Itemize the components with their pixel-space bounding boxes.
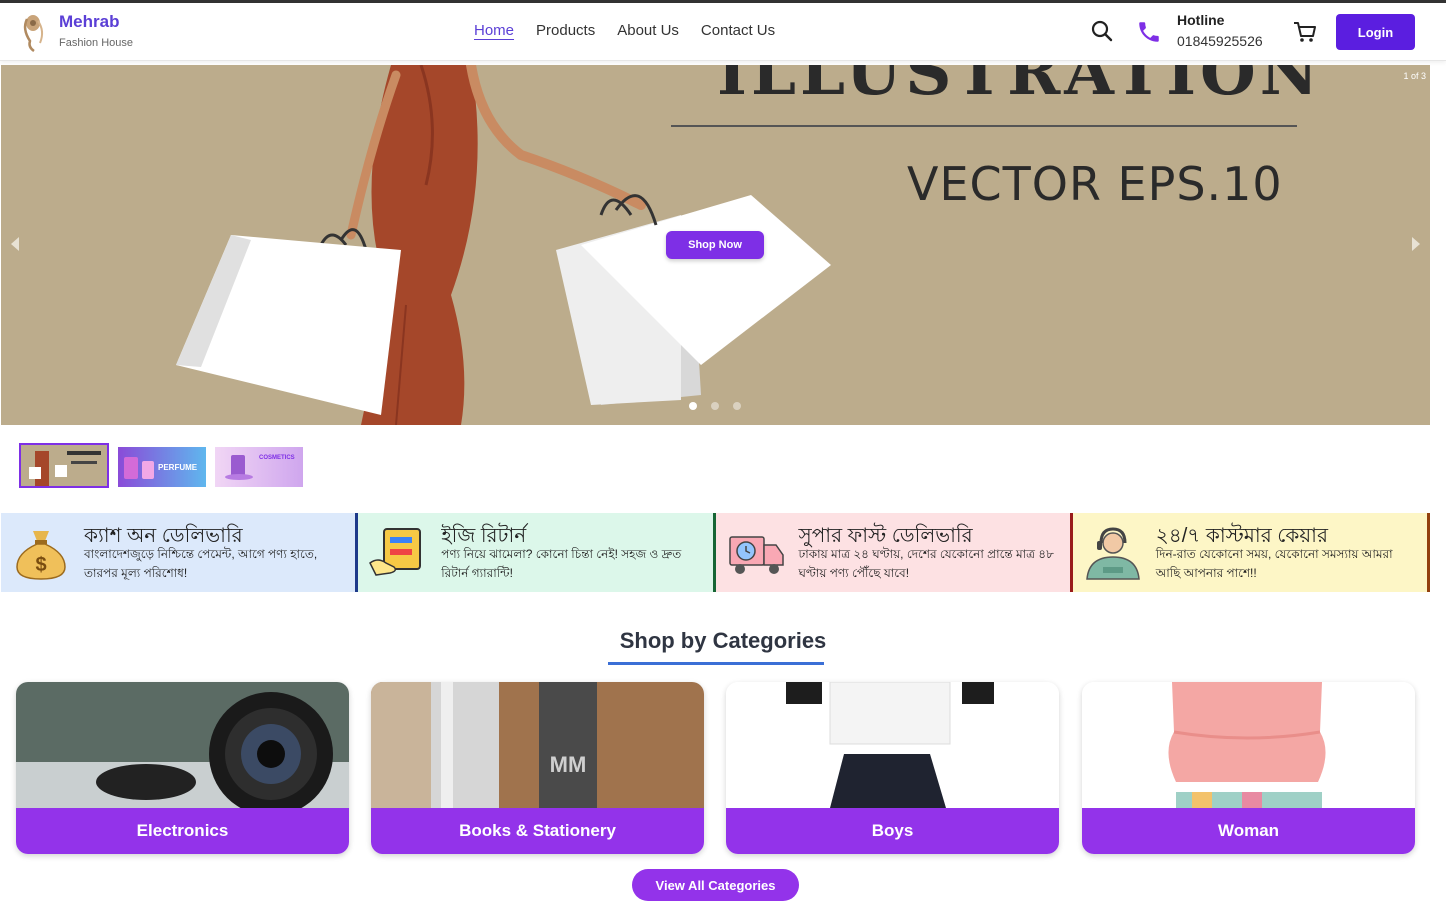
category-label: Woman bbox=[1082, 808, 1415, 854]
feature-description: পণ্য নিয়ে ঝামেলা? কোনো চিন্তা নেই! সহজ … bbox=[441, 547, 682, 580]
feature-description: ঢাকায় মাত্র ২৪ ঘণ্টায়, দেশের যেকোনো প্… bbox=[798, 547, 1054, 580]
support-agent-icon bbox=[1085, 527, 1140, 580]
svg-text:MM: MM bbox=[550, 752, 587, 777]
next-slide-arrow-icon[interactable] bbox=[1412, 237, 1420, 251]
nav-about-us[interactable]: About Us bbox=[617, 22, 679, 39]
thumbnail-perfume-image: PERFUME bbox=[124, 457, 198, 479]
category-card-books-stationery[interactable]: MM Books & Stationery bbox=[371, 682, 704, 854]
delivery-truck-icon bbox=[728, 536, 784, 574]
category-label: Books & Stationery bbox=[371, 808, 704, 854]
brand-name[interactable]: Mehrab bbox=[59, 12, 119, 32]
thumbnail-illustration[interactable] bbox=[19, 443, 109, 488]
brand-logo[interactable] bbox=[18, 11, 52, 53]
category-woman-image bbox=[1082, 682, 1415, 808]
category-label: Electronics bbox=[16, 808, 349, 854]
prev-slide-arrow-icon[interactable] bbox=[11, 237, 19, 251]
slide-dot-3[interactable] bbox=[733, 402, 741, 410]
shop-now-button[interactable]: Shop Now bbox=[666, 231, 764, 259]
features-strip: $ ক্যাশ অন ডেলিভারি বাংলাদেশজুড়ে নিশ্চি… bbox=[1, 513, 1430, 592]
category-boys-image bbox=[726, 682, 1059, 808]
nav-contact-us[interactable]: Contact Us bbox=[701, 22, 775, 39]
main-nav: Home Products About Us Contact Us bbox=[474, 22, 775, 39]
thumbnail-cosmetics-image: COSMETICS bbox=[225, 455, 295, 480]
search-icon[interactable] bbox=[1090, 19, 1114, 43]
category-card-electronics[interactable]: Electronics bbox=[16, 682, 349, 854]
nav-products[interactable]: Products bbox=[536, 22, 595, 39]
feature-easy-return: ইজি রিটার্ন পণ্য নিয়ে ঝামেলা? কোনো চিন্… bbox=[358, 513, 716, 592]
feature-fast-delivery: সুপার ফাস্ট ডেলিভারি ঢাকায় মাত্র ২৪ ঘণ্… bbox=[715, 513, 1073, 592]
phone-icon bbox=[1139, 22, 1159, 42]
cart-icon[interactable] bbox=[1292, 19, 1318, 45]
categories-heading: Shop by Categories bbox=[619, 628, 827, 653]
slide-thumbnails: PERFUME COSMETICS bbox=[19, 443, 303, 488]
feature-customer-care: ২৪/৭ কাস্টমার কেয়ার দিন-রাত যেকোনো সময়… bbox=[1072, 513, 1430, 592]
return-box-icon bbox=[369, 528, 422, 576]
hero-subtitle: VECTOR EPS.10 bbox=[907, 157, 1283, 211]
thumbnail-illustration-image bbox=[29, 451, 101, 486]
hotline-number[interactable]: 01845925526 bbox=[1177, 33, 1263, 49]
feature-cash-on-delivery: $ ক্যাশ অন ডেলিভারি বাংলাদেশজুড়ে নিশ্চি… bbox=[1, 513, 359, 592]
svg-text:PERFUME: PERFUME bbox=[158, 463, 198, 472]
hero-divider bbox=[671, 125, 1297, 127]
feature-description: দিন-রাত যেকোনো সময়, যেকোনো সমস্যায় আমর… bbox=[1155, 547, 1393, 580]
category-card-woman[interactable]: Woman bbox=[1082, 682, 1415, 854]
site-header: Mehrab Fashion House Home Products About… bbox=[0, 3, 1446, 61]
svg-text:$: $ bbox=[35, 554, 46, 576]
category-books-stationery-image: MM bbox=[371, 682, 704, 808]
slide-dots bbox=[689, 402, 741, 410]
login-button[interactable]: Login bbox=[1336, 14, 1415, 50]
hotline-label: Hotline bbox=[1177, 12, 1225, 28]
categories-heading-underline bbox=[608, 662, 824, 665]
money-bag-icon: $ bbox=[16, 531, 66, 580]
thumbnail-cosmetics[interactable]: COSMETICS bbox=[215, 447, 303, 487]
category-card-boys[interactable]: Boys bbox=[726, 682, 1059, 854]
brand-tagline: Fashion House bbox=[59, 37, 133, 49]
svg-text:COSMETICS: COSMETICS bbox=[259, 455, 295, 461]
category-label: Boys bbox=[726, 808, 1059, 854]
thumbnail-perfume[interactable]: PERFUME bbox=[118, 447, 206, 487]
view-all-categories-button[interactable]: View All Categories bbox=[632, 869, 799, 901]
slide-dot-1[interactable] bbox=[689, 402, 697, 410]
nav-home[interactable]: Home bbox=[474, 22, 514, 39]
feature-description: বাংলাদেশজুড়ে নিশ্চিন্তে পেমেন্ট, আগে পণ… bbox=[84, 547, 318, 580]
slide-counter: 1 of 3 bbox=[1403, 71, 1426, 81]
slide-dot-2[interactable] bbox=[711, 402, 719, 410]
category-electronics-image bbox=[16, 682, 349, 808]
hero-title: ILLUSTRATION bbox=[717, 65, 1323, 110]
hero-slider: ILLUSTRATION VECTOR EPS.10 1 of 3 Shop N… bbox=[1, 65, 1430, 425]
